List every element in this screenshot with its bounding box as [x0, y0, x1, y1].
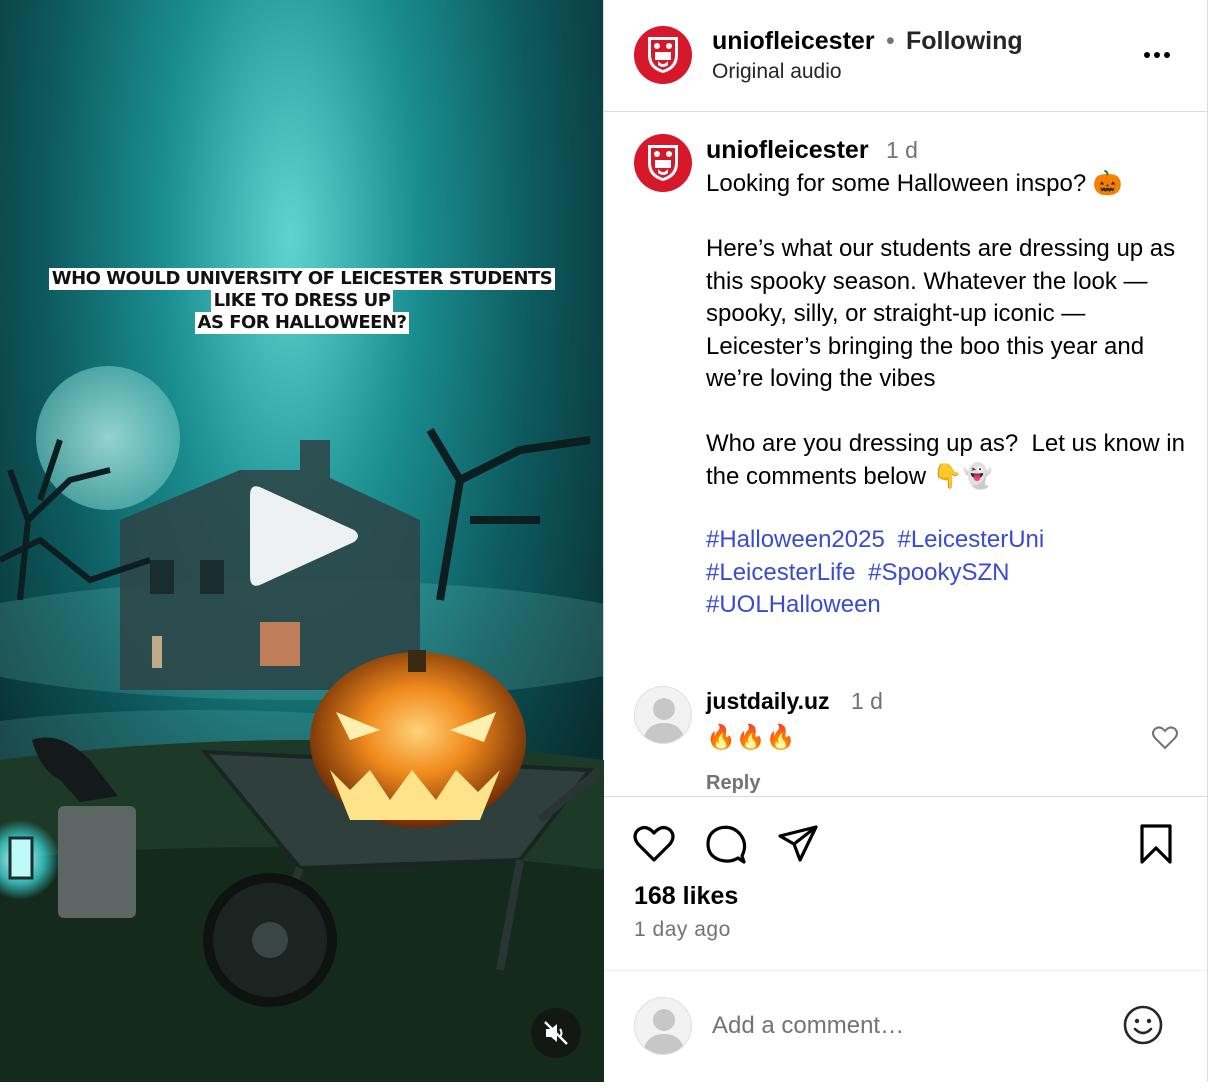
- account-avatar[interactable]: [634, 26, 692, 84]
- commenter-avatar[interactable]: [634, 686, 692, 744]
- hashtag-link[interactable]: #LeicesterLife: [706, 559, 855, 586]
- separator-dot: •: [886, 27, 895, 55]
- header-username[interactable]: uniofleicester: [712, 27, 875, 56]
- heart-icon[interactable]: [1151, 724, 1179, 752]
- current-user-avatar: [634, 997, 692, 1055]
- heart-icon[interactable]: [632, 822, 676, 866]
- overlay-line-3: AS FOR HALLOWEEN?: [194, 312, 410, 334]
- add-comment-input[interactable]: [712, 1006, 1092, 1046]
- default-avatar-icon: [643, 698, 685, 743]
- caption-avatar[interactable]: [634, 134, 692, 192]
- university-crest-icon: [648, 37, 678, 73]
- caption-text: Looking for some Halloween inspo? 🎃 Here…: [706, 170, 1185, 490]
- caption-timestamp[interactable]: 1 d: [886, 137, 918, 164]
- overlay-line-1: WHO WOULD UNIVERSITY OF LEICESTER STUDEN…: [48, 268, 556, 290]
- comment-timestamp[interactable]: 1 d: [851, 688, 883, 715]
- mute-button[interactable]: [531, 1008, 581, 1058]
- reel-video[interactable]: WHO WOULD UNIVERSITY OF LEICESTER STUDEN…: [0, 0, 604, 1082]
- post-date: 1 day ago: [634, 918, 731, 941]
- overlay-line-2: LIKE TO DRESS UP: [210, 290, 394, 312]
- more-icon[interactable]: [1140, 40, 1174, 70]
- hashtag-list: #Halloween2025 #LeicesterUni #LeicesterL…: [706, 524, 1186, 622]
- reel-overlay-caption: WHO WOULD UNIVERSITY OF LEICESTER STUDEN…: [0, 268, 604, 334]
- audio-link[interactable]: Original audio: [712, 60, 842, 84]
- hashtag-link[interactable]: #SpookySZN: [868, 559, 1009, 586]
- comment-text: 🔥🔥🔥: [706, 724, 796, 751]
- following-button[interactable]: Following: [906, 27, 1023, 56]
- comment-icon[interactable]: [704, 822, 748, 866]
- play-icon[interactable]: [250, 478, 362, 594]
- divider: [604, 796, 1208, 797]
- share-icon[interactable]: [776, 822, 820, 866]
- divider: [1207, 0, 1208, 1082]
- commenter-username[interactable]: justdaily.uz: [706, 688, 830, 715]
- divider: [604, 970, 1208, 971]
- emoji-icon[interactable]: [1122, 1004, 1164, 1046]
- caption-username[interactable]: uniofleicester: [706, 136, 869, 165]
- hashtag-link[interactable]: #UOLHalloween: [706, 591, 881, 618]
- bookmark-icon[interactable]: [1134, 822, 1178, 866]
- mute-icon: [544, 1021, 568, 1045]
- likes-count[interactable]: 168 likes: [634, 882, 738, 911]
- post-details-panel: uniofleicester • Following Original audi…: [604, 0, 1208, 1082]
- default-avatar-icon: [643, 1009, 685, 1054]
- reply-button[interactable]: Reply: [706, 772, 760, 795]
- university-crest-icon: [648, 145, 678, 181]
- hashtag-link[interactable]: #LeicesterUni: [897, 526, 1044, 553]
- post-header: uniofleicester • Following Original audi…: [604, 0, 1208, 112]
- hashtag-link[interactable]: #Halloween2025: [706, 526, 885, 553]
